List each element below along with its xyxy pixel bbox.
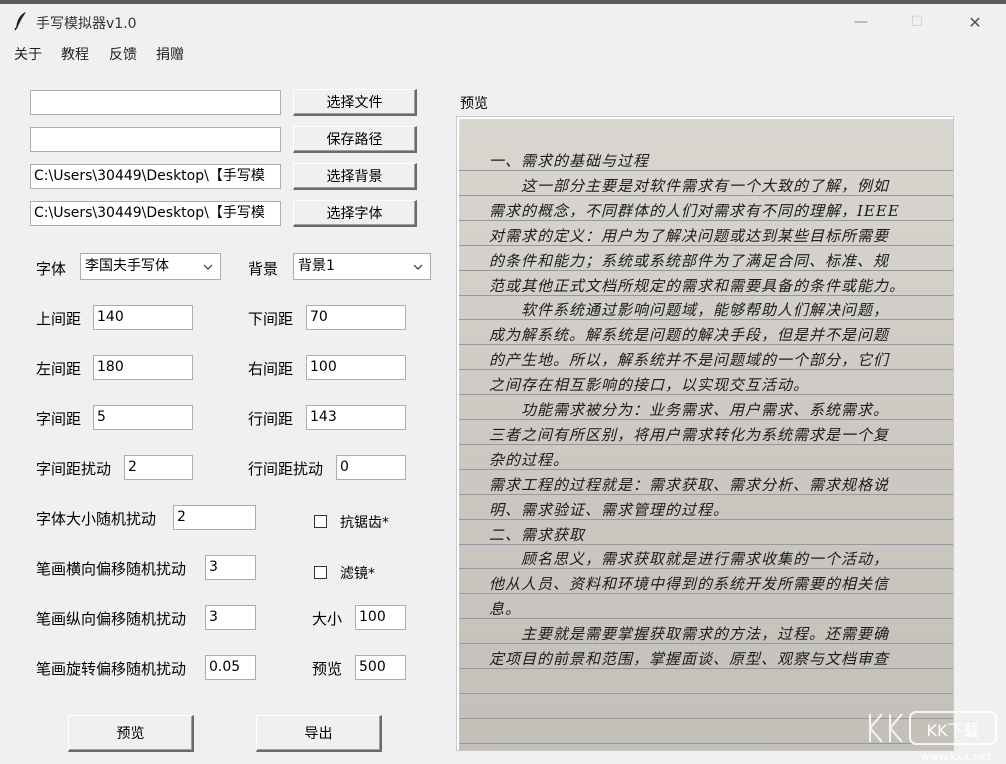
filter-label: 滤镜* <box>340 563 375 583</box>
handwritten-line: 成为解系统。解系统是问题的解决手段，但是并不是问题 <box>489 324 889 345</box>
stroke-v-jitter-input[interactable]: 3 <box>205 605 256 630</box>
char-spacing-input[interactable]: 5 <box>93 405 193 430</box>
minimize-button[interactable]: — <box>838 4 884 40</box>
file-input[interactable] <box>30 90 281 115</box>
font-path-input[interactable]: C:\Users\30449\Desktop\【手写模 <box>30 201 281 226</box>
menu-bar <box>0 40 1006 66</box>
bottom-margin-input[interactable]: 70 <box>306 305 406 330</box>
line-spacing-input[interactable]: 143 <box>306 405 406 430</box>
ruled-line <box>459 618 953 619</box>
maximize-icon: ☐ <box>911 14 924 30</box>
char-spacing-label: 字间距 <box>36 408 81 429</box>
size-input[interactable]: 100 <box>355 605 406 630</box>
handwritten-line: 范或其他正式文档所规定的需求和需要具备的条件或能力。 <box>489 275 905 296</box>
export-button[interactable]: 导出 <box>256 715 382 752</box>
handwritten-line: 三者之间有所区别，将用户需求转化为系统需求是一个复 <box>489 424 889 445</box>
stroke-rot-jitter-label: 笔画旋转偏移随机扰动 <box>36 658 186 679</box>
menu-donate[interactable]: 捐赠 <box>156 44 184 64</box>
handwritten-line: 的条件和能力；系统或系统部件为了满足合同、标准、规 <box>489 250 889 271</box>
left-margin-input[interactable]: 180 <box>93 355 193 380</box>
handwritten-line: 这一部分主要是对软件需求有一个大致的了解，例如 <box>489 175 889 196</box>
font-select[interactable]: 李国夫手写体 <box>80 253 221 280</box>
handwritten-line: 明、需求验证、需求管理的过程。 <box>489 499 729 520</box>
left-margin-label: 左间距 <box>36 358 81 379</box>
handwritten-line: 他从人员、资料和环境中得到的系统开发所需要的相关信 <box>489 573 889 594</box>
maximize-button[interactable]: ☐ <box>894 4 940 40</box>
handwritten-line: 杂的过程。 <box>489 449 569 470</box>
choose-font-button[interactable]: 选择字体 <box>293 200 417 227</box>
top-margin-label: 上间距 <box>36 308 81 329</box>
right-margin-input[interactable]: 100 <box>306 355 406 380</box>
stroke-h-jitter-input[interactable]: 3 <box>205 555 256 580</box>
handwritten-line: 二、需求获取 <box>489 524 585 545</box>
handwriting-paper: 一、需求的基础与过程 这一部分主要是对软件需求有一个大致的了解，例如需求的概念，… <box>459 119 953 750</box>
window-title: 手写模拟器v1.0 <box>36 13 137 33</box>
menu-feedback[interactable]: 反馈 <box>109 44 137 64</box>
bottom-margin-label: 下间距 <box>248 308 293 329</box>
top-margin-input[interactable]: 140 <box>93 305 193 330</box>
background-path-input[interactable]: C:\Users\30449\Desktop\【手写模 <box>30 164 281 189</box>
minimize-icon: — <box>854 14 868 30</box>
handwritten-line: 之间存在相互影响的接口，以实现交互活动。 <box>489 374 809 395</box>
antialias-label: 抗锯齿* <box>340 512 389 532</box>
antialias-checkbox[interactable] <box>314 515 327 528</box>
char-spacing-jitter-input[interactable]: 2 <box>124 455 193 480</box>
choose-background-button[interactable]: 选择背景 <box>293 163 417 190</box>
close-icon: ✕ <box>968 13 981 32</box>
right-margin-label: 右间距 <box>248 358 293 379</box>
stroke-v-jitter-label: 笔画纵向偏移随机扰动 <box>36 608 186 629</box>
handwritten-line: 一、需求的基础与过程 <box>489 150 649 171</box>
save-path-button[interactable]: 保存路径 <box>293 126 417 153</box>
filter-checkbox[interactable] <box>314 566 327 579</box>
handwritten-line: 息。 <box>489 598 521 619</box>
size-label: 大小 <box>312 608 342 629</box>
watermark-logo-text: KK下载 <box>927 721 980 740</box>
handwritten-line: 定项目的前景和范围，掌握面谈、原型、观察与文档审查 <box>489 648 889 669</box>
handwritten-line: 软件系统通过影响问题域，能够帮助人们解决问题， <box>489 299 889 320</box>
handwritten-line: 需求工程的过程就是：需求获取、需求分析、需求规格说 <box>489 474 889 495</box>
stroke-h-jitter-label: 笔画横向偏移随机扰动 <box>36 558 186 579</box>
preview-pane-label: 预览 <box>460 93 488 113</box>
background-select[interactable]: 背景1 <box>293 253 431 280</box>
preview-button[interactable]: 预览 <box>68 715 194 752</box>
handwritten-line: 需求的概念，不同群体的人们对需求有不同的理解，IEEE <box>489 200 900 221</box>
handwritten-line: 的产生地。所以，解系统并不是问题域的一个部分，它们 <box>489 349 889 370</box>
font-size-jitter-input[interactable]: 2 <box>173 505 256 530</box>
kk-download-watermark: KK下载 www.kkx.net <box>860 702 1006 764</box>
handwritten-line: 对需求的定义：用户为了解决问题或达到某些目标所需要 <box>489 225 889 246</box>
handwritten-line: 功能需求被分为：业务需求、用户需求、系统需求。 <box>489 399 889 420</box>
chevron-down-icon <box>412 254 424 279</box>
choose-file-button[interactable]: 选择文件 <box>293 89 417 116</box>
ruled-line <box>459 693 953 694</box>
font-label: 字体 <box>36 258 66 279</box>
menu-about[interactable]: 关于 <box>14 44 42 64</box>
watermark-url: www.kkx.net <box>921 750 992 763</box>
line-spacing-jitter-label: 行间距扰动 <box>248 458 323 479</box>
stroke-rot-jitter-input[interactable]: 0.05 <box>205 655 256 680</box>
char-spacing-jitter-label: 字间距扰动 <box>36 458 111 479</box>
preview-size-input[interactable]: 500 <box>355 655 406 680</box>
save-path-input[interactable] <box>30 127 281 152</box>
feather-icon <box>14 11 28 31</box>
menu-tutorial[interactable]: 教程 <box>61 44 89 64</box>
chevron-down-icon <box>202 254 214 279</box>
background-select-value: 背景1 <box>298 258 335 274</box>
font-select-value: 李国夫手写体 <box>85 258 169 274</box>
line-spacing-label: 行间距 <box>248 408 293 429</box>
line-spacing-jitter-input[interactable]: 0 <box>336 455 406 480</box>
background-label: 背景 <box>248 258 278 279</box>
handwritten-line: 主要就是需要掌握获取需求的方法，过程。还需要确 <box>489 623 889 644</box>
close-button[interactable]: ✕ <box>952 4 998 40</box>
handwritten-line: 顾名思义，需求获取就是进行需求收集的一个活动， <box>489 548 889 569</box>
preview-image: 一、需求的基础与过程 这一部分主要是对软件需求有一个大致的了解，例如需求的概念，… <box>456 116 954 751</box>
preview-size-label: 预览 <box>312 658 342 679</box>
font-size-jitter-label: 字体大小随机扰动 <box>36 508 156 529</box>
